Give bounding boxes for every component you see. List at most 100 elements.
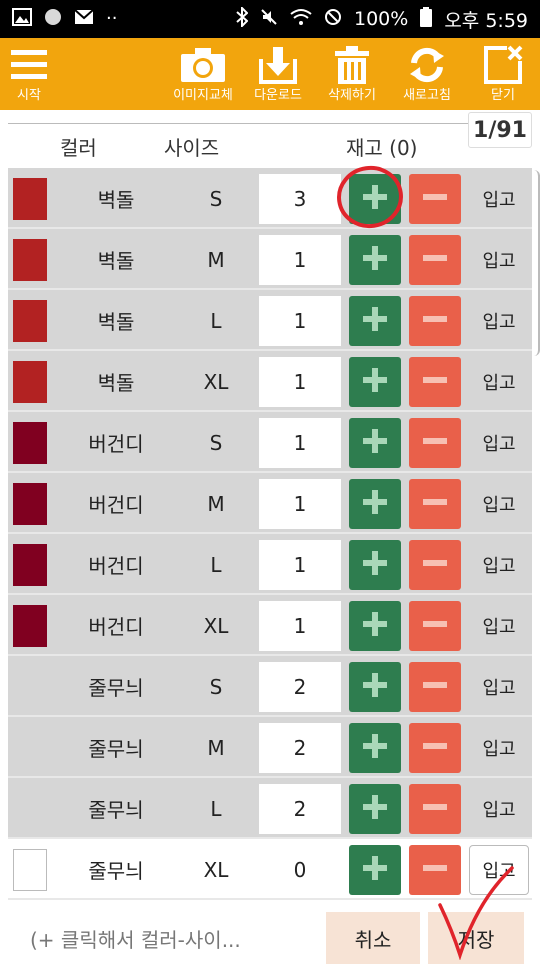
increment-button[interactable] [349, 235, 401, 285]
decrement-button[interactable] [409, 418, 461, 468]
increment-button[interactable] [349, 662, 401, 712]
decrement-button[interactable] [409, 357, 461, 407]
bluetooth-icon [236, 5, 249, 31]
minus-icon [422, 367, 448, 397]
decrement-button[interactable] [409, 601, 461, 651]
quantity-field[interactable]: 0 [259, 845, 341, 895]
color-swatch [13, 483, 47, 525]
size-value: L [210, 796, 222, 821]
minus-icon [422, 672, 448, 702]
increment-button[interactable] [349, 418, 401, 468]
stock-in-button[interactable]: 입고 [469, 290, 529, 351]
no-signal-icon [324, 8, 342, 30]
start-button[interactable]: 시작 [4, 38, 54, 110]
quantity-field[interactable]: 1 [259, 601, 341, 651]
quantity-field[interactable]: 2 [259, 723, 341, 773]
table-header: 컬러 사이즈 재고 (0) [0, 118, 540, 166]
color-swatch [13, 422, 47, 464]
decrement-button[interactable] [409, 845, 461, 895]
stock-in-button[interactable]: 입고 [469, 778, 529, 839]
stock-in-button[interactable]: 입고 [469, 229, 529, 290]
quantity-field[interactable]: 1 [259, 479, 341, 529]
stock-in-button[interactable]: 입고 [469, 473, 529, 534]
close-window-icon [479, 42, 527, 88]
decrement-button[interactable] [409, 479, 461, 529]
stock-in-button[interactable]: 입고 [469, 656, 529, 717]
stock-in-button[interactable]: 입고 [469, 534, 529, 595]
decrement-button[interactable] [409, 235, 461, 285]
close-button[interactable]: 닫기 [478, 38, 528, 110]
minus-icon [422, 733, 448, 763]
plus-icon [362, 855, 388, 885]
increment-button[interactable] [349, 479, 401, 529]
table-row: 줄무늬 S 2 입고 [8, 656, 532, 717]
scrollbar[interactable] [532, 170, 540, 356]
cancel-button[interactable]: 취소 [326, 912, 420, 964]
toolbar: 시작 이미지교체 다운로드 삭제하기 새로고침 닫기 [0, 38, 540, 110]
table-row: 벽돌 S 3 입고 [8, 168, 532, 229]
quantity-field[interactable]: 1 [259, 540, 341, 590]
quantity-field[interactable]: 1 [259, 418, 341, 468]
delete-button[interactable]: 삭제하기 [320, 38, 384, 110]
increment-button[interactable] [349, 845, 401, 895]
decrement-button[interactable] [409, 784, 461, 834]
stock-in-button[interactable]: 입고 [469, 717, 529, 778]
table-row: 버건디 M 1 입고 [8, 473, 532, 534]
close-label: 닫기 [491, 88, 515, 103]
increment-button[interactable] [349, 357, 401, 407]
image-replace-button[interactable]: 이미지교체 [166, 38, 240, 110]
stock-in-button[interactable]: 입고 [469, 595, 529, 656]
size-value: M [207, 247, 225, 272]
plus-icon [362, 367, 388, 397]
decrement-button[interactable] [409, 662, 461, 712]
increment-button[interactable] [349, 723, 401, 773]
quantity-field[interactable]: 1 [259, 235, 341, 285]
refresh-button[interactable]: 새로고침 [394, 38, 460, 110]
quantity-field[interactable]: 1 [259, 357, 341, 407]
increment-button[interactable] [349, 784, 401, 834]
clock: 오후 5:59 [444, 9, 528, 32]
delete-label: 삭제하기 [328, 88, 376, 103]
plus-icon [362, 306, 388, 336]
table-row: 벽돌 L 1 입고 [8, 290, 532, 351]
increment-button[interactable] [349, 601, 401, 651]
decrement-button[interactable] [409, 723, 461, 773]
download-button[interactable]: 다운로드 [246, 38, 310, 110]
increment-button[interactable] [349, 540, 401, 590]
stock-in-button[interactable]: 입고 [469, 351, 529, 412]
download-label: 다운로드 [254, 88, 302, 103]
increment-button[interactable] [349, 174, 401, 224]
size-value: XL [203, 613, 229, 638]
stock-in-button[interactable]: 입고 [469, 168, 529, 229]
header-stock: 재고 (0) [346, 136, 418, 160]
quantity-field[interactable]: 2 [259, 662, 341, 712]
battery-percent: 100% [354, 8, 409, 30]
increment-button[interactable] [349, 296, 401, 346]
pinwheel-icon [44, 8, 62, 30]
color-swatch [13, 178, 47, 220]
plus-icon [362, 794, 388, 824]
color-swatch [13, 300, 47, 342]
minus-icon [422, 611, 448, 641]
refresh-label: 새로고침 [403, 88, 451, 103]
decrement-button[interactable] [409, 174, 461, 224]
quantity-field[interactable]: 1 [259, 296, 341, 346]
color-name: 버건디 [88, 554, 144, 578]
color-swatch [13, 361, 47, 403]
stock-in-button[interactable]: 입고 [469, 845, 529, 895]
quantity-field[interactable]: 3 [259, 174, 341, 224]
stock-table: 벽돌 S 3 입고 벽돌 M 1 입고 벽돌 L 1 입고 벽돌 XL 1 입고… [8, 168, 532, 900]
size-value: XL [203, 369, 229, 394]
plus-icon [362, 184, 388, 214]
add-color-size-hint[interactable]: (+ 클릭해서 컬러-사이... [30, 924, 241, 953]
quantity-field[interactable]: 2 [259, 784, 341, 834]
save-button[interactable]: 저장 [428, 912, 524, 964]
mail-icon [74, 9, 94, 29]
stock-in-button[interactable]: 입고 [469, 412, 529, 473]
minus-icon [422, 489, 448, 519]
more-dots-icon: ·· [106, 8, 118, 29]
color-swatch [13, 605, 47, 647]
decrement-button[interactable] [409, 540, 461, 590]
color-name: 줄무늬 [88, 859, 144, 883]
decrement-button[interactable] [409, 296, 461, 346]
